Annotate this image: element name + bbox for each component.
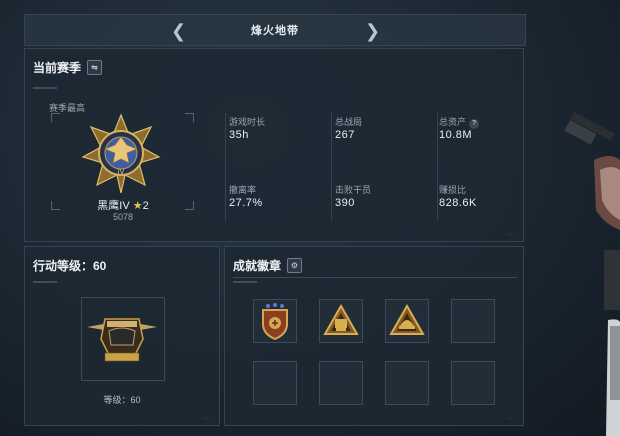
divider [225,113,226,221]
rank-stars: 2 [142,200,149,212]
star-icon: ★ [132,200,143,212]
badge-slot-5[interactable] [253,361,297,405]
frame-corner [185,113,194,122]
badge-slot-4[interactable] [451,299,495,343]
badge-slot-8[interactable] [451,361,495,405]
stat-label-extract-rate: 撤离率 [229,185,257,195]
achievements-title: 成就徽章 [233,259,282,273]
header-underline [33,87,57,89]
stat-value-assets: 10.8M [439,129,473,141]
swap-icon[interactable]: ⇋ [87,60,103,75]
level-emblem-icon [87,318,157,362]
badge-slot-1[interactable] [253,299,297,343]
badge-triangle-skull-icon [323,304,359,335]
achievements-header: 成就徽章 ⚙ [233,257,303,274]
stat-label-matches: 总战局 [335,117,363,127]
badge-shield-icon [262,303,288,340]
season-title: 当前赛季 [33,61,82,75]
panel-deco: ◦◦◦ [507,232,517,238]
stat-value-matches: 267 [335,129,355,141]
divider [331,113,332,221]
stat-value-extract-rate: 27.7% [229,197,263,209]
chevron-left-icon[interactable]: ❮ [171,21,186,42]
header-underline [233,281,257,283]
stat-value-playtime: 35h [229,129,249,141]
header-divider [233,277,517,278]
stat-value-profit-ratio: 828.6K [439,197,477,209]
badge-triangle-helmet-icon [389,304,425,335]
rank-points: 5078 [112,212,134,222]
gear-icon[interactable]: ⚙ [287,258,303,273]
stat-label-kills: 击败干员 [335,185,372,195]
badge-slot-2[interactable] [319,299,363,343]
stat-value-kills: 390 [335,197,355,209]
chevron-right-icon[interactable]: ❯ [365,21,380,42]
header-underline [33,281,57,283]
operator-character-image [564,111,620,436]
rank-emblem-icon: IV [81,113,161,193]
frame-corner [51,201,60,210]
panel-deco: ◦◦◦ [203,416,213,422]
level-caption: 等级：60 [103,395,141,405]
action-level-header: 行动等级：60 [33,259,107,273]
svg-text:IV: IV [118,169,125,176]
stat-label-assets-text: 总资产 [439,117,467,127]
badge-slot-7[interactable] [385,361,429,405]
rank-line: 黑鹰IV ★2 [81,197,165,213]
season-panel: 当前赛季 ⇋ 赛季最高 IV 黑鹰IV ★2 5078 游戏时长 35h 总战局… [24,48,524,242]
help-icon[interactable]: ? [469,118,480,129]
divider [437,113,438,221]
rank-name: 黑鹰IV [97,200,130,212]
action-level-panel: 行动等级：60 等级：60 ◦◦◦ [24,246,220,426]
stat-label-playtime: 游戏时长 [229,117,266,127]
panel-deco: ◦◦◦ [507,416,517,422]
season-header: 当前赛季 ⇋ [33,59,103,76]
mode-title: 烽火地带 [251,25,299,37]
badge-slot-6[interactable] [319,361,363,405]
badge-slot-3[interactable] [385,299,429,343]
frame-corner [185,201,194,210]
mode-selector-bar: ❮ 烽火地带 ❯ [24,14,526,46]
frame-corner [51,113,60,122]
stat-label-profit-ratio: 赚损比 [439,185,467,195]
stat-label-assets: 总资产? [439,115,480,129]
achievements-panel: 成就徽章 ⚙ ◦◦◦ [224,246,524,426]
